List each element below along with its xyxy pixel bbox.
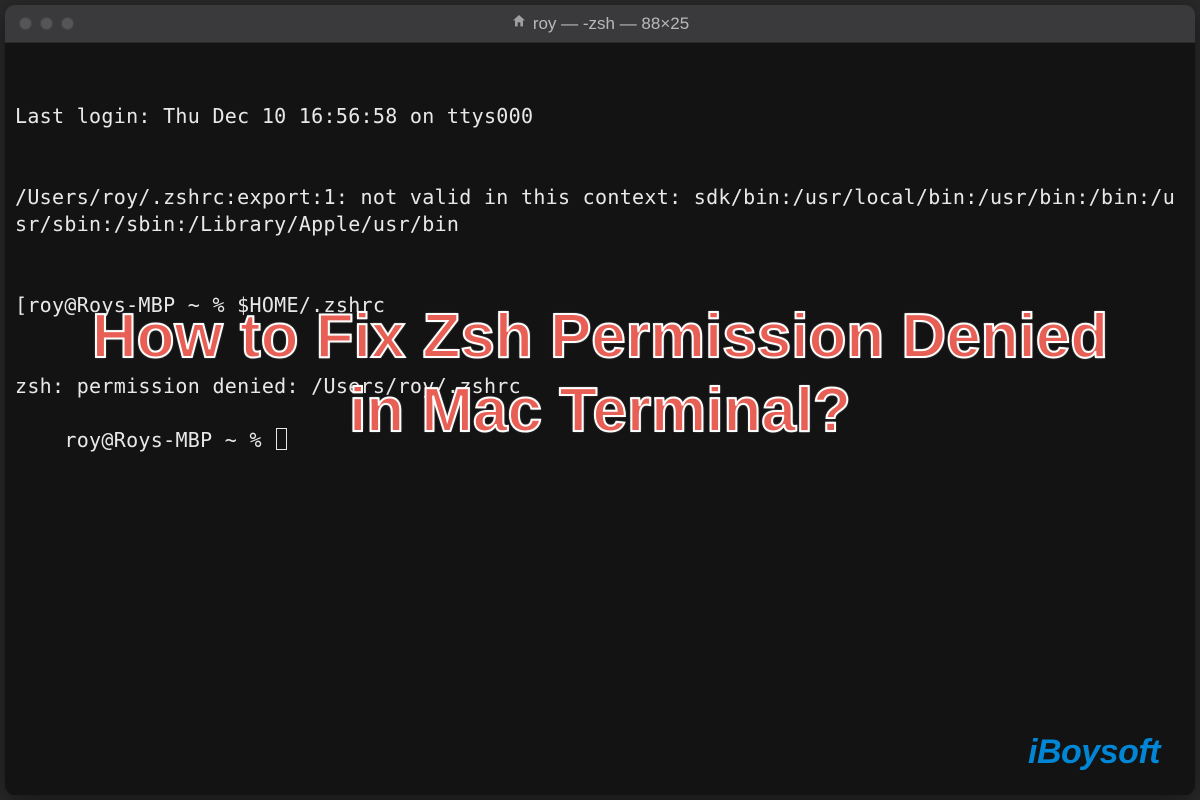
home-icon: [511, 13, 527, 34]
terminal-line: zsh: permission denied: /Users/roy/.zshr…: [15, 373, 1185, 400]
window-title: roy — -zsh — 88×25: [5, 13, 1195, 34]
terminal-body[interactable]: Last login: Thu Dec 10 16:56:58 on ttys0…: [5, 43, 1195, 795]
terminal-prompt: roy@Roys-MBP ~ %: [64, 428, 274, 452]
maximize-button[interactable]: [61, 17, 74, 30]
terminal-cursor: [276, 428, 287, 450]
minimize-button[interactable]: [40, 17, 53, 30]
terminal-prompt-line: roy@Roys-MBP ~ %: [64, 428, 287, 452]
traffic-lights: [19, 17, 74, 30]
terminal-window: roy — -zsh — 88×25 Last login: Thu Dec 1…: [5, 5, 1195, 795]
title-bar[interactable]: roy — -zsh — 88×25: [5, 5, 1195, 43]
terminal-line: Last login: Thu Dec 10 16:56:58 on ttys0…: [15, 103, 1185, 130]
window-title-text: roy — -zsh — 88×25: [533, 14, 689, 34]
terminal-line: [roy@Roys-MBP ~ % $HOME/.zshrc: [15, 292, 1185, 319]
terminal-line: /Users/roy/.zshrc:export:1: not valid in…: [15, 184, 1185, 238]
close-button[interactable]: [19, 17, 32, 30]
